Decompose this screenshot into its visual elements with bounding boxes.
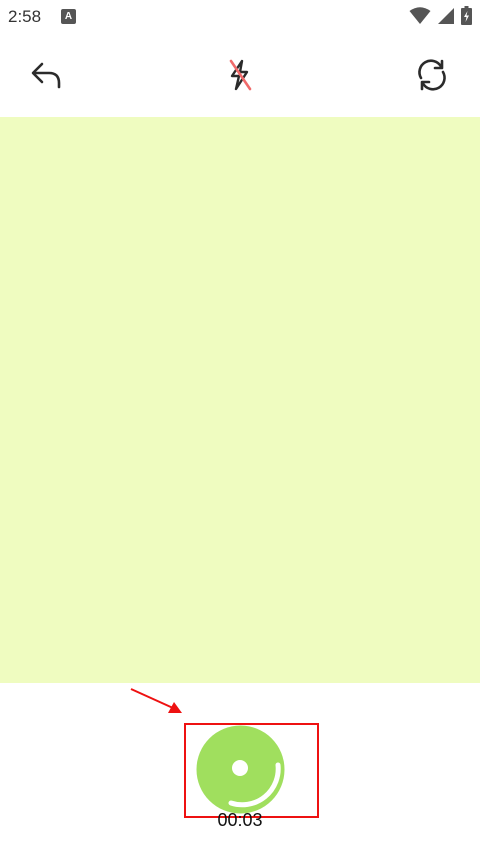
status-time: 2:58 (8, 7, 42, 26)
camera-preview (0, 117, 480, 683)
status-bar: 2:58 A (0, 0, 480, 34)
signal-icon (438, 7, 454, 24)
recording-timer: 00:03 (217, 810, 263, 830)
undo-arrow-icon (31, 62, 61, 89)
flash-toggle-button[interactable] (219, 54, 261, 96)
record-button[interactable] (196, 725, 285, 814)
annotation-arrow-icon (130, 688, 182, 713)
camera-switch-icon (418, 59, 446, 91)
camera-toolbar (0, 34, 480, 117)
status-icons (409, 6, 472, 25)
flash-off-icon (229, 59, 252, 91)
switch-camera-button[interactable] (411, 54, 453, 96)
wifi-icon (409, 6, 431, 24)
battery-charging-icon (461, 6, 472, 25)
back-button[interactable] (25, 54, 67, 96)
notification-icon: A (61, 9, 76, 24)
